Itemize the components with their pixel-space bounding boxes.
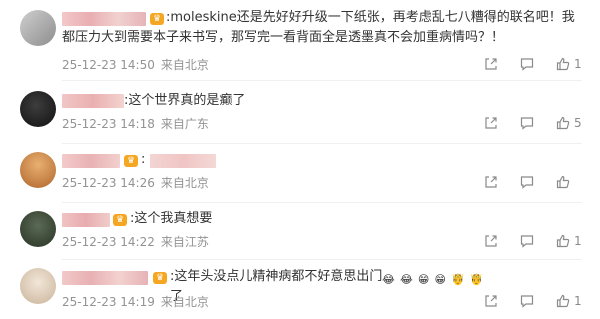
avatar[interactable]	[20, 268, 56, 304]
thumbs-up-icon[interactable]	[556, 175, 570, 189]
comment-time: 25-12-23 14:18	[62, 117, 155, 131]
comment-text-redacted	[150, 154, 216, 168]
comment-actions: 5	[484, 116, 582, 130]
comment-actions: 1	[484, 234, 582, 248]
comment-icon[interactable]	[520, 234, 534, 248]
share-icon[interactable]	[484, 116, 498, 130]
username-redacted[interactable]	[62, 154, 120, 168]
thumbs-up-icon[interactable]	[556, 116, 570, 130]
avatar[interactable]	[20, 211, 56, 247]
crown-badge-icon: ♛	[113, 214, 127, 226]
comment-icon[interactable]	[520, 116, 534, 130]
crown-emoji-icon: 🤴	[451, 273, 465, 286]
comment-text: :这个世界真的是癫了	[124, 93, 246, 108]
comment-location: 来自江苏	[160, 235, 209, 249]
comment-meta: 25-12-23 14:18 来自广东	[62, 116, 209, 132]
like-count: 5	[574, 116, 582, 130]
comment-item: :这个世界真的是癫了 25-12-23 14:18 来自广东 5	[0, 81, 600, 143]
like-count: 1	[574, 234, 582, 248]
grin-emoji-icon: 😁	[417, 273, 430, 286]
comment-meta: 25-12-23 14:50 来自北京	[62, 57, 209, 73]
share-icon[interactable]	[484, 294, 498, 308]
comment-meta: 25-12-23 14:26 来自北京	[62, 175, 209, 191]
comment-location: 来自广东	[160, 117, 209, 131]
comment-location: 来自北京	[160, 58, 209, 72]
thumbs-up-icon[interactable]	[556, 57, 570, 71]
crown-badge-icon: ♛	[124, 155, 138, 167]
username-redacted[interactable]	[62, 213, 110, 227]
like-count: 1	[574, 57, 582, 71]
comment-item: ♛ :moleskine还是先好好升级一下纸张，再考虑乱七八糟得的联名吧！我都压…	[0, 0, 600, 80]
username-redacted[interactable]	[62, 271, 148, 285]
thumbs-up-icon[interactable]	[556, 234, 570, 248]
laughing-emoji-icon: 😂	[382, 273, 395, 286]
avatar[interactable]	[20, 10, 56, 46]
comment-location: 来自北京	[160, 295, 209, 309]
comment-item: ♛ :这个我真想要 25-12-23 14:22 来自江苏 1	[0, 203, 600, 259]
grin-emoji-icon: 😁	[434, 273, 446, 286]
comment-icon[interactable]	[520, 294, 534, 308]
comment-icon[interactable]	[520, 175, 534, 189]
comment-meta: 25-12-23 14:19 来自北京	[62, 294, 209, 310]
comment-text: :这个我真想要	[130, 211, 213, 226]
comment-location: 来自北京	[160, 176, 209, 190]
share-icon[interactable]	[484, 175, 498, 189]
comment-item: ♛ : 25-12-23 14:26 来自北京	[0, 144, 600, 202]
like-count: 1	[574, 294, 582, 308]
avatar[interactable]	[20, 91, 56, 127]
comment-meta: 25-12-23 14:22 来自江苏	[62, 234, 209, 250]
comment-time: 25-12-23 14:26	[62, 176, 155, 190]
avatar[interactable]	[20, 152, 56, 188]
share-icon[interactable]	[484, 234, 498, 248]
comment-time: 25-12-23 14:50	[62, 58, 155, 72]
username-redacted[interactable]	[62, 94, 124, 108]
thumbs-up-icon[interactable]	[556, 294, 570, 308]
share-icon[interactable]	[484, 57, 498, 71]
comment-icon[interactable]	[520, 57, 534, 71]
comment-time: 25-12-23 14:22	[62, 235, 155, 249]
comment-item: ♛ :这年头没点儿精神病都不好意思出门了 😂 😂 😁 😁 🤴 🤴 25-12-2…	[0, 260, 600, 319]
laughing-emoji-icon: 😂	[399, 273, 413, 286]
comment-actions: 1	[484, 294, 582, 308]
comment-text: :moleskine还是先好好升级一下纸张，再考虑乱七八糟得的联名吧！我都压力大…	[62, 10, 575, 45]
crown-badge-icon: ♛	[153, 272, 167, 284]
crown-emoji-icon: 🤴	[469, 273, 484, 286]
comment-actions	[484, 175, 582, 189]
emoji-row: 😂 😂 😁 😁 🤴 🤴	[382, 269, 484, 288]
comment-time: 25-12-23 14:19	[62, 295, 155, 309]
comment-actions: 1	[484, 57, 582, 71]
